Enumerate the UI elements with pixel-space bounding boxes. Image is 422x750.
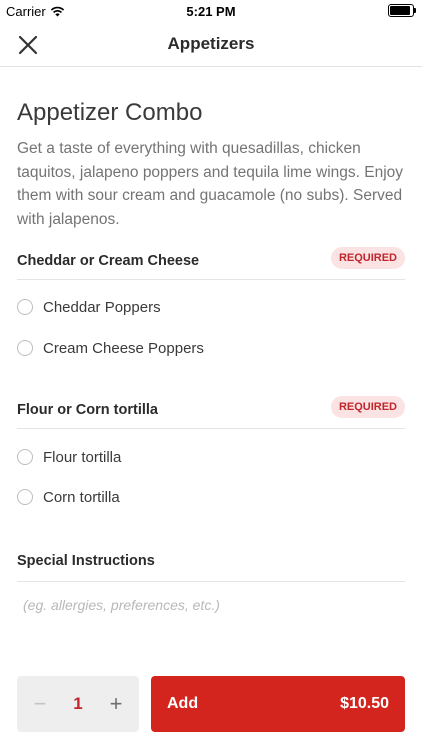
special-instructions-input[interactable] <box>17 591 405 619</box>
radio-button[interactable] <box>17 299 33 315</box>
quantity-value: 1 <box>73 694 83 713</box>
decrease-quantity-button[interactable]: − <box>21 676 59 732</box>
footer-bar: − 1 + Add $10.50 <box>0 660 422 750</box>
radio-button[interactable] <box>17 449 33 465</box>
option-flour-tortilla[interactable]: Flour tortilla <box>17 443 405 473</box>
page-title: Appetizers <box>167 34 255 53</box>
section-label: Flour or Corn tortilla <box>17 402 158 418</box>
option-label: Cheddar Poppers <box>43 299 161 316</box>
section-header-cheese: Cheddar or Cream Cheese REQUIRED <box>17 247 405 280</box>
nav-bar: Appetizers <box>0 22 422 67</box>
special-instructions-header: Special Instructions <box>17 551 405 582</box>
option-cheddar-poppers[interactable]: Cheddar Poppers <box>17 293 405 323</box>
section-label: Cheddar or Cream Cheese <box>17 253 200 269</box>
close-button[interactable] <box>14 31 42 59</box>
option-label: Corn tortilla <box>43 489 120 506</box>
item-description: Get a taste of everything with quesadill… <box>17 140 404 228</box>
battery-icon <box>388 4 416 17</box>
add-to-order-button[interactable]: Add $10.50 <box>151 676 405 732</box>
radio-button[interactable] <box>17 489 33 505</box>
required-badge: REQUIRED <box>330 247 405 269</box>
special-instructions-label: Special Instructions <box>17 553 155 569</box>
radio-button[interactable] <box>17 340 33 356</box>
option-label: Cream Cheese Poppers <box>43 340 204 357</box>
required-badge: REQUIRED <box>330 396 405 418</box>
battery-level <box>390 6 410 15</box>
add-label: Add <box>167 695 199 712</box>
section-header-tortilla: Flour or Corn tortilla REQUIRED <box>17 396 405 429</box>
option-corn-tortilla[interactable]: Corn tortilla <box>17 483 405 513</box>
option-cream-cheese-poppers[interactable]: Cream Cheese Poppers <box>17 334 405 364</box>
add-price: $10.50 <box>340 695 389 712</box>
increase-quantity-button[interactable]: + <box>97 676 135 732</box>
close-icon <box>18 35 38 55</box>
item-title: Appetizer Combo <box>17 99 203 126</box>
option-label: Flour tortilla <box>43 449 122 466</box>
clock: 5:21 PM <box>186 4 236 19</box>
quantity-stepper: − 1 + <box>17 676 139 732</box>
status-bar: Carrier 5:21 PM <box>0 0 422 22</box>
